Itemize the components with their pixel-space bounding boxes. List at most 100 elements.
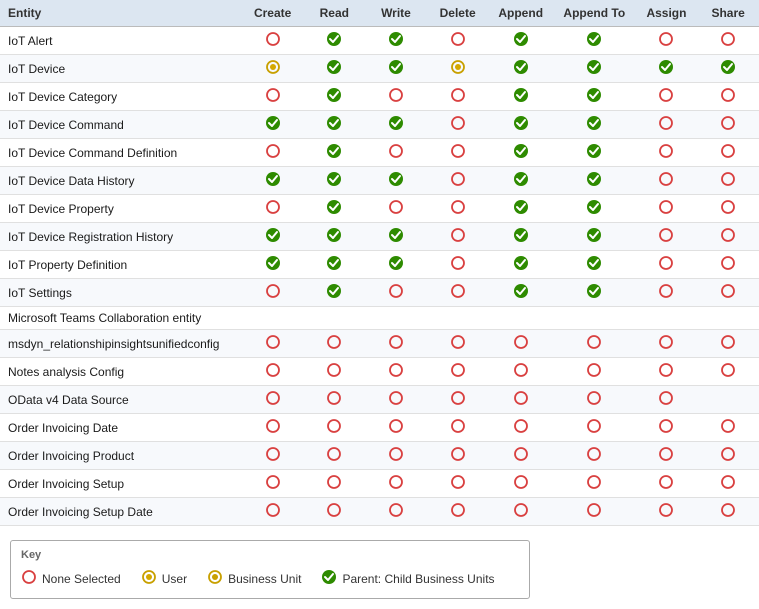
delete-cell bbox=[427, 442, 489, 470]
create-cell bbox=[242, 55, 304, 83]
table-row: IoT Settings bbox=[0, 279, 759, 307]
parent-child-icon bbox=[265, 232, 281, 246]
write-cell bbox=[365, 223, 427, 251]
create-cell bbox=[242, 358, 304, 386]
parent-child-icon bbox=[326, 204, 342, 218]
entity-name: IoT Property Definition bbox=[8, 258, 127, 272]
write-cell bbox=[365, 55, 427, 83]
entity-name-cell: IoT Property Definition bbox=[0, 251, 242, 279]
col-header-read: Read bbox=[303, 0, 365, 27]
read-cell bbox=[303, 307, 365, 330]
parent-child-icon bbox=[513, 288, 529, 302]
parent-child-icon bbox=[326, 260, 342, 274]
entity-name-cell: Notes analysis Config bbox=[0, 358, 242, 386]
assign-cell bbox=[636, 442, 698, 470]
create-cell bbox=[242, 223, 304, 251]
none-selected-icon bbox=[720, 367, 736, 381]
assign-cell bbox=[636, 498, 698, 526]
create-cell bbox=[242, 386, 304, 414]
read-cell bbox=[303, 223, 365, 251]
none-selected-icon bbox=[586, 479, 602, 493]
append-cell bbox=[488, 470, 553, 498]
none-selected-icon bbox=[388, 92, 404, 106]
write-cell bbox=[365, 470, 427, 498]
none-selected-icon bbox=[450, 204, 466, 218]
delete-cell bbox=[427, 330, 489, 358]
none-selected-icon bbox=[450, 148, 466, 162]
none-selected-icon bbox=[658, 451, 674, 465]
none-selected-icon bbox=[658, 148, 674, 162]
parent-child-icon bbox=[513, 260, 529, 274]
append-cell bbox=[488, 223, 553, 251]
none-selected-icon bbox=[265, 288, 281, 302]
delete-cell bbox=[427, 307, 489, 330]
table-header-row: EntityCreateReadWriteDeleteAppendAppend … bbox=[0, 0, 759, 27]
entity-name-cell: Microsoft Teams Collaboration entity bbox=[0, 307, 242, 330]
appendTo-cell bbox=[553, 139, 636, 167]
none-selected-icon bbox=[720, 204, 736, 218]
append-cell bbox=[488, 139, 553, 167]
none-selected-icon bbox=[265, 423, 281, 437]
share-cell bbox=[697, 330, 759, 358]
parent-child-icon bbox=[326, 64, 342, 78]
create-cell bbox=[242, 330, 304, 358]
write-cell bbox=[365, 139, 427, 167]
read-cell bbox=[303, 414, 365, 442]
share-cell bbox=[697, 251, 759, 279]
append-cell bbox=[488, 167, 553, 195]
none-selected-icon bbox=[513, 423, 529, 437]
append-cell bbox=[488, 83, 553, 111]
none-selected-icon bbox=[720, 92, 736, 106]
key-items: None SelectedUserBusiness UnitParent: Ch… bbox=[21, 569, 513, 588]
entity-name: IoT Device Data History bbox=[8, 174, 135, 188]
appendTo-cell bbox=[553, 414, 636, 442]
parent-child-icon bbox=[586, 120, 602, 134]
entity-name: IoT Device Category bbox=[8, 90, 117, 104]
share-cell bbox=[697, 111, 759, 139]
delete-cell bbox=[427, 139, 489, 167]
none-selected-icon bbox=[450, 36, 466, 50]
table-row: IoT Device bbox=[0, 55, 759, 83]
none-selected-icon bbox=[326, 395, 342, 409]
assign-cell bbox=[636, 55, 698, 83]
create-cell bbox=[242, 279, 304, 307]
append-cell bbox=[488, 442, 553, 470]
col-header-share: Share bbox=[697, 0, 759, 27]
assign-cell bbox=[636, 386, 698, 414]
parent-child-icon bbox=[265, 176, 281, 190]
read-cell bbox=[303, 330, 365, 358]
none-selected-icon bbox=[658, 339, 674, 353]
parent-child-icon bbox=[586, 64, 602, 78]
create-cell bbox=[242, 111, 304, 139]
none-selected-icon bbox=[586, 507, 602, 521]
append-cell bbox=[488, 27, 553, 55]
none-selected-icon bbox=[326, 479, 342, 493]
append-cell bbox=[488, 358, 553, 386]
none-selected-icon bbox=[450, 367, 466, 381]
none-selected-icon bbox=[388, 339, 404, 353]
read-cell bbox=[303, 358, 365, 386]
none-selected-icon bbox=[720, 479, 736, 493]
none-selected-icon bbox=[388, 507, 404, 521]
parent-child-icon bbox=[586, 176, 602, 190]
table-body: IoT AlertIoT DeviceIoT Device CategoryIo… bbox=[0, 27, 759, 526]
none-selected-icon bbox=[450, 92, 466, 106]
none-selected-icon bbox=[450, 120, 466, 134]
none-selected-icon bbox=[586, 451, 602, 465]
read-cell bbox=[303, 167, 365, 195]
table-row: Order Invoicing Setup bbox=[0, 470, 759, 498]
none-selected-icon bbox=[450, 395, 466, 409]
share-cell bbox=[697, 139, 759, 167]
parent-child-icon bbox=[513, 176, 529, 190]
none-selected-icon bbox=[388, 395, 404, 409]
none-selected-icon bbox=[513, 339, 529, 353]
table-row: IoT Device Registration History bbox=[0, 223, 759, 251]
none-selected-icon bbox=[326, 339, 342, 353]
none-selected-icon bbox=[265, 36, 281, 50]
entity-name-cell: msdyn_relationshipinsightsunifiedconfig bbox=[0, 330, 242, 358]
none-selected-icon bbox=[586, 367, 602, 381]
none-selected-icon bbox=[720, 148, 736, 162]
none-selected-icon bbox=[513, 451, 529, 465]
entity-name-cell: OData v4 Data Source bbox=[0, 386, 242, 414]
none-selected-icon bbox=[720, 339, 736, 353]
